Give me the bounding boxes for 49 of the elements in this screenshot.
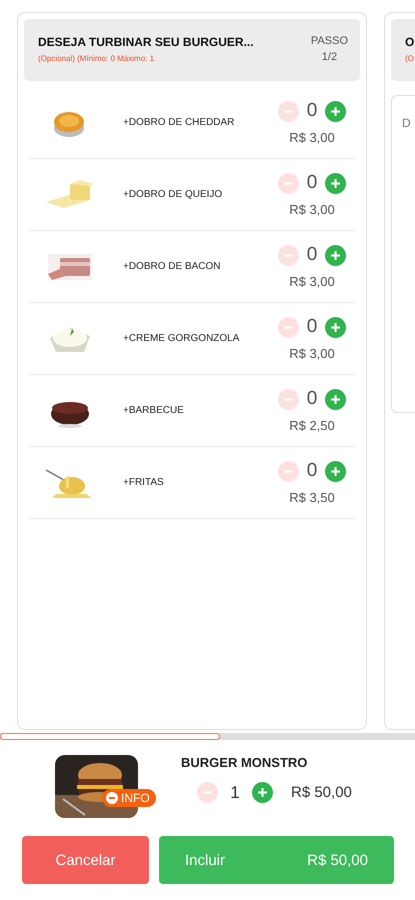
addon-name: +DOBRO DE CHEDDAR [123, 117, 236, 128]
plus-icon [329, 392, 342, 406]
increase-button[interactable] [252, 782, 273, 803]
plus-icon [329, 176, 342, 190]
increase-button[interactable] [325, 172, 346, 194]
plus-icon [329, 104, 342, 118]
cancel-button[interactable]: Cancelar [22, 836, 149, 884]
quantity-value: 0 [306, 316, 318, 338]
addon-name: +DOBRO DE BACON [123, 261, 222, 272]
include-button[interactable]: Incluir R$ 50,00 [159, 836, 394, 884]
scroll-thumb[interactable] [0, 733, 220, 740]
product-name: BURGER MONSTRO [181, 755, 308, 770]
step-title: DESEJA TURBINAR SEU BURGUER... [38, 35, 255, 49]
plus-icon [329, 248, 342, 262]
step-label: PASSO [310, 35, 348, 47]
addon-price: R$ 3,00 [289, 202, 335, 217]
plus-icon [329, 320, 342, 334]
minus-circle-icon [106, 792, 118, 804]
step-rules: (Opcional) (Mínimo: 0 Máximo: 1 [38, 54, 156, 63]
plus-icon [329, 464, 342, 478]
info-badge[interactable]: INFO [102, 789, 156, 807]
addon-price: R$ 3,00 [289, 274, 335, 289]
quantity-value: 0 [306, 244, 318, 266]
step-rules: (O [405, 54, 415, 63]
step-counter: 1/2 [322, 51, 338, 63]
increase-button[interactable] [325, 100, 346, 122]
increase-button[interactable] [325, 316, 346, 338]
addon-price: R$ 3,00 [289, 346, 335, 361]
addon-name: +CREME GORGONZOLA [123, 333, 240, 344]
addon-price: R$ 3,50 [289, 490, 335, 505]
increase-button[interactable] [325, 460, 346, 482]
addon-price: R$ 3,00 [289, 130, 335, 145]
total-price: R$ 50,00 [307, 852, 368, 868]
plus-icon [256, 786, 269, 799]
increase-button[interactable] [325, 388, 346, 410]
quantity-value: 0 [306, 460, 318, 482]
product-price: R$ 50,00 [291, 784, 352, 801]
quantity-value: 0 [306, 172, 318, 194]
addon-name: +DOBRO DE QUEIJO [123, 189, 224, 200]
addon-name: +FRITAS [123, 477, 165, 488]
quantity-value: 1 [229, 782, 241, 802]
quantity-value: 0 [306, 388, 318, 410]
quantity-value: 0 [306, 100, 318, 122]
step-title: O [405, 35, 415, 49]
addon-name: +BARBECUE [123, 405, 185, 416]
increase-button[interactable] [325, 244, 346, 266]
addon-price: R$ 2,50 [289, 418, 335, 433]
include-label: Incluir [185, 852, 226, 868]
text-area[interactable]: D [391, 95, 415, 413]
